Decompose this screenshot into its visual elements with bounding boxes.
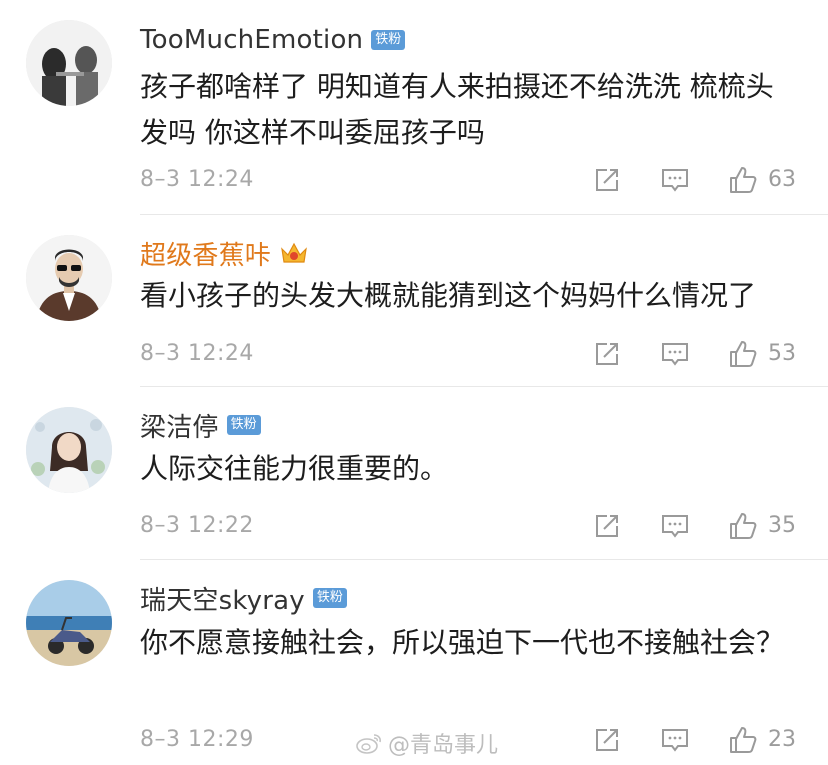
timestamp: 8–3 12:24 [140,167,254,192]
share-icon[interactable] [592,725,622,755]
comment-item: 梁洁停 铁粉 人际交往能力很重要的。 8–3 12:22 35 [0,387,828,560]
name-row: TooMuchEmotion 铁粉 [140,20,406,60]
avatar-beach-scooter-icon [26,580,112,666]
reply-icon[interactable] [660,511,690,541]
username[interactable]: 梁洁停 [140,407,219,444]
username[interactable]: 瑞天空skyray [140,580,305,617]
like-icon[interactable] [728,511,758,541]
avatar[interactable] [26,580,112,666]
comment-meta: 8–3 12:24 53 [0,336,828,372]
fan-badge: 铁粉 [226,415,261,435]
avatar-girl-photo-icon [26,407,112,493]
reply-icon[interactable] [660,165,690,195]
like-icon[interactable] [728,165,758,195]
share-icon[interactable] [592,165,622,195]
watermark: @青岛事儿 [356,728,498,758]
avatar[interactable] [26,20,112,106]
like-icon[interactable] [728,339,758,369]
reply-icon[interactable] [660,339,690,369]
avatar[interactable] [26,407,112,493]
name-row: 梁洁停 铁粉 [140,405,261,445]
avatar-cartoon-man-icon [26,235,112,321]
comment-list: TooMuchEmotion 铁粉 孩子都啥样了 明知道有人来拍摄还不给洗洗 梳… [0,0,828,765]
timestamp: 8–3 12:24 [140,341,254,366]
crown-vip-icon [279,240,309,266]
avatar-couple-photo-icon [26,20,112,106]
fan-badge: 铁粉 [312,588,347,608]
comment-text: 人际交往能力很重要的。 [140,452,449,485]
like-count: 35 [768,513,796,538]
avatar[interactable] [26,235,112,321]
name-row: 瑞天空skyray 铁粉 [140,578,347,618]
fan-badge: 铁粉 [371,30,406,50]
timestamp: 8–3 12:29 [140,727,254,752]
like-count: 23 [768,727,796,752]
comment-item: 超级香蕉咔 看小孩子的头发大概就能猜到这个妈妈什么情况了 8–3 12:24 5… [0,215,828,387]
comment-text: 孩子都啥样了 明知道有人来拍摄还不给洗洗 梳梳头发吗 你这样不叫委屈孩子吗 [140,70,774,149]
username[interactable]: TooMuchEmotion [140,25,363,55]
reply-icon[interactable] [660,725,690,755]
like-count: 63 [768,167,796,192]
comment-text: 你不愿意接触社会，所以强迫下一代也不接触社会？ [140,626,785,659]
comment-meta: 8–3 12:24 63 [0,162,828,198]
comment-meta: 8–3 12:22 35 [0,508,828,544]
username[interactable]: 超级香蕉咔 [140,235,271,272]
share-icon[interactable] [592,339,622,369]
name-row: 超级香蕉咔 [140,233,309,273]
share-icon[interactable] [592,511,622,541]
weibo-logo-icon [356,734,381,754]
timestamp: 8–3 12:22 [140,513,254,538]
comment-text: 看小孩子的头发大概就能猜到这个妈妈什么情况了 [140,279,757,312]
like-count: 53 [768,341,796,366]
comment-item: TooMuchEmotion 铁粉 孩子都啥样了 明知道有人来拍摄还不给洗洗 梳… [0,0,828,215]
watermark-text: @青岛事儿 [388,733,499,758]
like-icon[interactable] [728,725,758,755]
